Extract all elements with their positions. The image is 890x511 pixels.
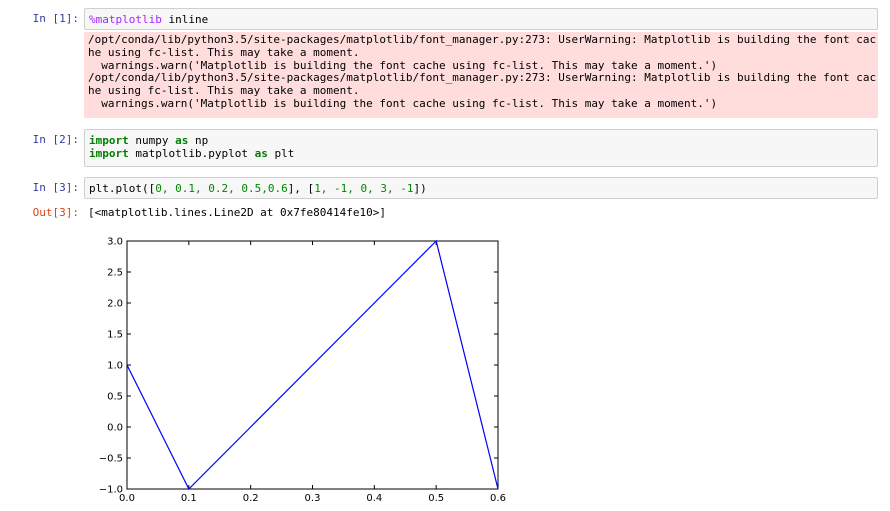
- series-line: [126, 239, 499, 491]
- cell-3-out-prompt: Out[3]:: [32, 206, 79, 219]
- x-tick-label: 0.1: [181, 493, 197, 504]
- x-tick-label: 0.6: [490, 493, 506, 504]
- keyword-as: as: [175, 134, 189, 147]
- code-separator: ], [: [287, 182, 315, 195]
- keyword-as: as: [254, 147, 268, 160]
- cell-2-prompt: In [2]:: [32, 133, 79, 146]
- cell-2-code-line-1: import numpy as np: [89, 134, 873, 147]
- cell-1-code: %matplotlib inline: [89, 13, 873, 26]
- cell-1-stderr-output: /opt/conda/lib/python3.5/site-packages/m…: [84, 32, 878, 118]
- cell-3-code: plt.plot([0, 0.1, 0.2, 0.5,0.6], [1, -1,…: [89, 182, 873, 195]
- y-tick-label: 2.5: [107, 268, 123, 279]
- x-tick-label: 0.3: [305, 493, 321, 504]
- stderr-line: warnings.warn('Matplotlib is building th…: [88, 96, 718, 110]
- x-tick-label: 0.4: [366, 493, 382, 504]
- cell-3-prompt: In [3]:: [32, 181, 79, 194]
- alias-name: np: [188, 134, 209, 147]
- y-tick-label: 0.0: [107, 423, 123, 434]
- cell-2-code-line-2: import matplotlib.pyplot as plt: [89, 147, 873, 160]
- y-tick-label: 1.0: [107, 361, 123, 372]
- cell-2-input[interactable]: import numpy as np import matplotlib.pyp…: [84, 129, 878, 167]
- x-tick-label: 0.5: [428, 493, 444, 504]
- module-name: matplotlib.pyplot: [128, 147, 255, 160]
- keyword-import: import: [89, 134, 129, 147]
- x-values: 0, 0.1, 0.2, 0.5,0.6: [155, 182, 288, 195]
- x-tick-label: 0.2: [243, 493, 259, 504]
- magic-argument: inline: [161, 13, 209, 26]
- keyword-import: import: [89, 147, 129, 160]
- alias-name: plt: [267, 147, 295, 160]
- stderr-line: he using fc-list. This may take a moment…: [88, 45, 360, 59]
- y-tick-label: 0.5: [107, 392, 123, 403]
- code-call: plt.plot([: [89, 182, 156, 195]
- y-values: 1, -1, 0, 3, -1: [314, 182, 414, 195]
- stderr-line: /opt/conda/lib/python3.5/site-packages/m…: [88, 33, 877, 46]
- y-tick-label: 1.5: [107, 330, 123, 341]
- cell-1-prompt: In [1]:: [32, 12, 79, 25]
- code-close: ]): [413, 182, 427, 195]
- cell-1-input[interactable]: %matplotlib inline: [84, 8, 878, 30]
- line-plot: 3.02.52.01.51.00.50.0−0.5−1.00.0 0.1 0.2 0.…: [99, 237, 506, 505]
- x-tick-label: 0.0: [119, 493, 135, 504]
- cell-3-output: [<matplotlib.lines.Line2D at 0x7fe80414f…: [88, 206, 387, 219]
- y-tick-label: −0.5: [99, 454, 123, 465]
- magic-command: %matplotlib: [89, 13, 162, 26]
- module-name: numpy: [128, 134, 176, 147]
- y-tick-label: 2.0: [107, 299, 123, 310]
- y-tick-label: 3.0: [107, 237, 123, 248]
- cell-3-input[interactable]: plt.plot([0, 0.1, 0.2, 0.5,0.6], [1, -1,…: [84, 177, 878, 199]
